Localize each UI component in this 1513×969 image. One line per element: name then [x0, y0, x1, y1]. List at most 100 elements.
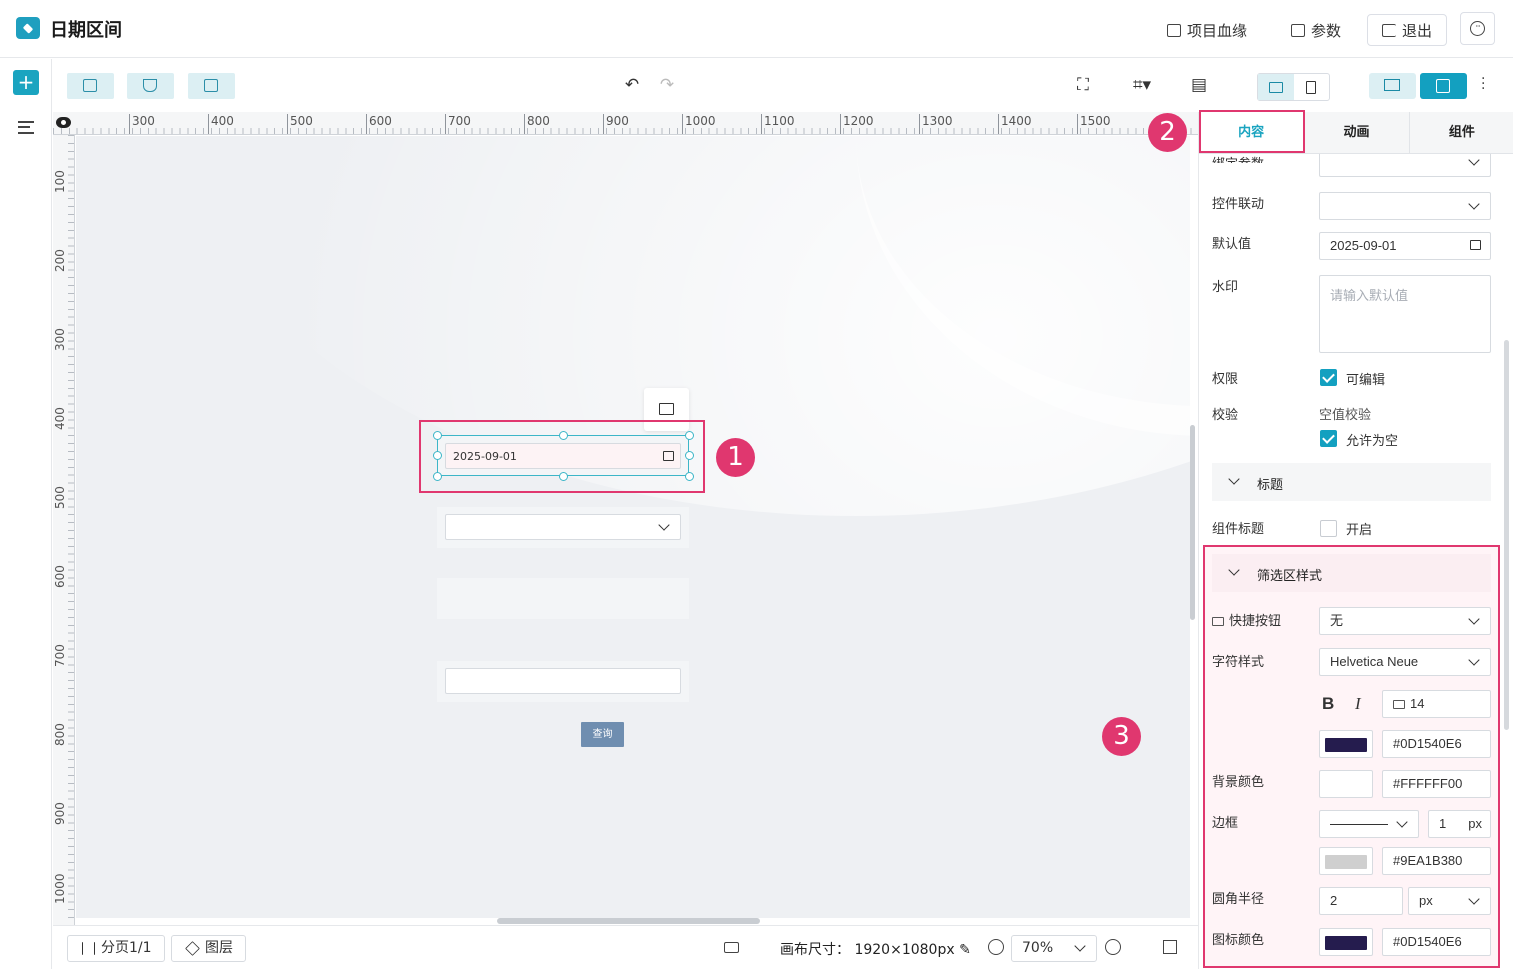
tab-component[interactable]: 组件: [1410, 112, 1513, 153]
watermark-label: 水印: [1212, 280, 1239, 295]
annotation-badge-1: 1: [716, 438, 755, 477]
page-icon: [82, 942, 95, 955]
edit-pen-icon[interactable]: ✎: [959, 942, 971, 958]
allow-empty-label: 允许为空: [1346, 434, 1399, 449]
params-icon: [1291, 23, 1305, 37]
pagination-label: 分页1/1: [101, 940, 152, 956]
bottom-bar: 分页1/1 图层 画布尺寸： 1920×1080px ✎ 70%: [53, 925, 1198, 969]
canvas-size-value: 1920×1080px: [854, 942, 955, 958]
ruler-left-tick-label: 800: [53, 723, 67, 746]
params-button[interactable]: 参数: [1291, 14, 1341, 46]
ruler-left-tick-label: 1000: [53, 873, 67, 904]
query-button[interactable]: 查询: [581, 722, 624, 747]
highlight-content-tab: [1199, 110, 1305, 153]
undo-icon[interactable]: ↶: [623, 76, 641, 94]
ruler-top-tick-label: 1000: [682, 114, 716, 134]
preview-button[interactable]: [1369, 73, 1416, 99]
title-section-label: 标题: [1257, 478, 1284, 493]
annotation-badge-2: 2: [1148, 113, 1187, 152]
zoom-out-icon[interactable]: [988, 939, 1004, 955]
device-view-switch: [1257, 73, 1330, 101]
toolbox-icon: [659, 403, 674, 415]
desktop-view-button[interactable]: [1258, 74, 1294, 100]
fit-screen-icon[interactable]: [1163, 940, 1177, 954]
canvas-vertical-scrollbar[interactable]: [1190, 425, 1195, 620]
comp-title-toggle-label: 开启: [1346, 523, 1373, 538]
layers-icon: [185, 941, 200, 956]
redo-icon[interactable]: ↷: [658, 76, 676, 94]
save-button[interactable]: [1420, 73, 1467, 99]
default-value-text: 2025-09-01: [1330, 238, 1397, 253]
kebab-menu-icon[interactable]: · · ·: [1481, 72, 1485, 96]
zoom-in-icon[interactable]: [1105, 939, 1121, 955]
annotation-badge-3: 3: [1102, 717, 1141, 756]
default-value-label: 默认值: [1212, 237, 1252, 252]
ellipsis-icon: ···: [1470, 21, 1485, 36]
ruler-top-tick-label: 500: [287, 114, 313, 134]
select-dropdown-preview[interactable]: [445, 514, 681, 540]
eye-icon[interactable]: [56, 117, 71, 128]
canvas-size-display: 画布尺寸： 1920×1080px ✎: [780, 939, 971, 959]
bind-param-label: 绑定参数: [1212, 153, 1264, 163]
ruler-top-tick-label: 800: [524, 114, 550, 134]
ruler-left-tick-label: 100: [53, 170, 67, 193]
ruler-left-tick-label: 700: [53, 644, 67, 667]
add-table-button[interactable]: [188, 73, 235, 99]
params-label: 参数: [1311, 21, 1342, 40]
editable-label: 可编辑: [1346, 373, 1386, 388]
highlight-filter-style-section: [1203, 545, 1500, 968]
keyboard-icon[interactable]: [724, 942, 739, 953]
calendar-icon: [1470, 240, 1481, 250]
linkage-label: 控件联动: [1212, 197, 1265, 212]
monitor-icon: [1384, 79, 1400, 91]
ruler-top-tick-label: 1200: [840, 114, 874, 134]
add-filter-button[interactable]: [127, 73, 174, 99]
layers-button[interactable]: 图层: [171, 935, 246, 962]
chart-add-icon: [83, 79, 97, 92]
project-lineage-button[interactable]: 项目血缘: [1167, 14, 1247, 46]
bind-param-select[interactable]: [1319, 154, 1491, 177]
highlight-date-component: [419, 420, 705, 493]
add-component-button[interactable]: +: [13, 70, 39, 95]
align-icon[interactable]: ⌗▾: [1129, 76, 1155, 94]
chevron-down-icon: [1074, 940, 1086, 952]
allow-empty-checkbox[interactable]: [1320, 430, 1337, 447]
ruler-left-tick-label: 200: [53, 249, 67, 272]
outline-list-icon[interactable]: [18, 121, 34, 134]
add-chart-button[interactable]: [67, 73, 114, 99]
table-add-icon: [204, 79, 218, 92]
chevron-down-icon: [1468, 198, 1480, 210]
theme-icon[interactable]: ⛶: [1074, 76, 1092, 94]
ruler-top-tick-label: 900: [603, 114, 629, 134]
save-icon: [1436, 79, 1450, 93]
permission-label: 权限: [1212, 372, 1239, 387]
canvas-horizontal-scrollbar[interactable]: [497, 918, 760, 924]
tab-animation[interactable]: 动画: [1304, 112, 1410, 153]
validate-label: 校验: [1212, 408, 1239, 423]
exit-label: 退出: [1402, 21, 1433, 40]
comp-title-checkbox[interactable]: [1320, 520, 1337, 537]
chevron-down-icon: [1468, 154, 1480, 166]
empty-filter-component[interactable]: [437, 578, 689, 619]
watermark-textarea[interactable]: 请输入默认值: [1319, 275, 1491, 353]
panel-scrollbar[interactable]: [1504, 340, 1509, 730]
linkage-select[interactable]: [1319, 192, 1491, 220]
canvas-size-label: 画布尺寸：: [780, 942, 850, 958]
layers-label: 图层: [205, 940, 233, 956]
editable-checkbox[interactable]: [1320, 369, 1337, 386]
default-value-input[interactable]: 2025-09-01: [1319, 232, 1491, 260]
left-sidebar: +: [0, 59, 52, 969]
text-input-preview[interactable]: [445, 668, 681, 694]
zoom-select[interactable]: 70%: [1011, 935, 1097, 962]
pagination-button[interactable]: 分页1/1: [67, 935, 165, 962]
ruler-top-tick-label: 1400: [998, 114, 1032, 134]
template-icon[interactable]: ▤: [1190, 76, 1208, 94]
mobile-view-button[interactable]: [1294, 74, 1330, 100]
exit-button[interactable]: 退出: [1367, 14, 1448, 46]
more-options-button[interactable]: ···: [1460, 12, 1495, 45]
chevron-down-icon: [1228, 473, 1240, 485]
title-section-header[interactable]: 标题: [1212, 463, 1491, 501]
mobile-icon: [1306, 80, 1317, 94]
ruler-left-tick-label: 500: [53, 486, 67, 509]
ruler-left-tick-label: 300: [53, 328, 67, 351]
